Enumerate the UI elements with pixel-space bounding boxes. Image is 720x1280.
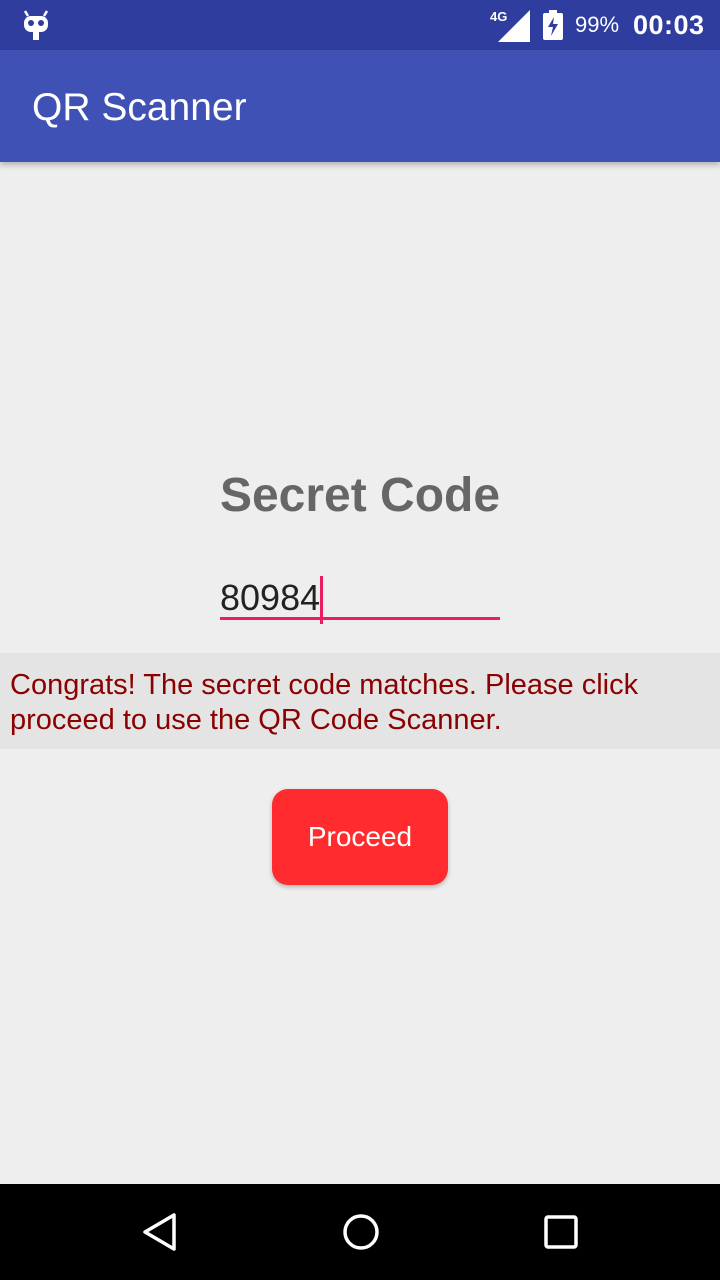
secret-code-field [220, 576, 500, 624]
secret-code-input[interactable] [220, 578, 500, 620]
battery-percent: 99% [575, 12, 620, 37]
screen: 4G 99% 00:03 QR Scanner Secret Code Cong… [0, 0, 720, 1280]
proceed-button[interactable]: Proceed [272, 789, 448, 885]
app-title: QR Scanner [32, 86, 247, 129]
home-circle-icon[interactable] [341, 1212, 381, 1252]
navigation-bar [0, 1184, 720, 1280]
back-triangle-icon[interactable] [140, 1212, 180, 1252]
text-cursor [320, 576, 323, 624]
success-message-box: Congrats! The secret code matches. Pleas… [0, 653, 720, 749]
app-bar: QR Scanner [0, 50, 720, 162]
android-robot-icon [23, 10, 49, 40]
secret-code-heading: Secret Code [219, 469, 501, 522]
cell-signal-icon [498, 10, 530, 42]
status-bar: 4G 99% 00:03 [0, 0, 720, 50]
battery-charging-icon [543, 10, 563, 40]
success-message: Congrats! The secret code matches. Pleas… [10, 669, 639, 736]
status-clock: 00:03 [633, 10, 705, 40]
recents-square-icon[interactable] [541, 1212, 581, 1252]
